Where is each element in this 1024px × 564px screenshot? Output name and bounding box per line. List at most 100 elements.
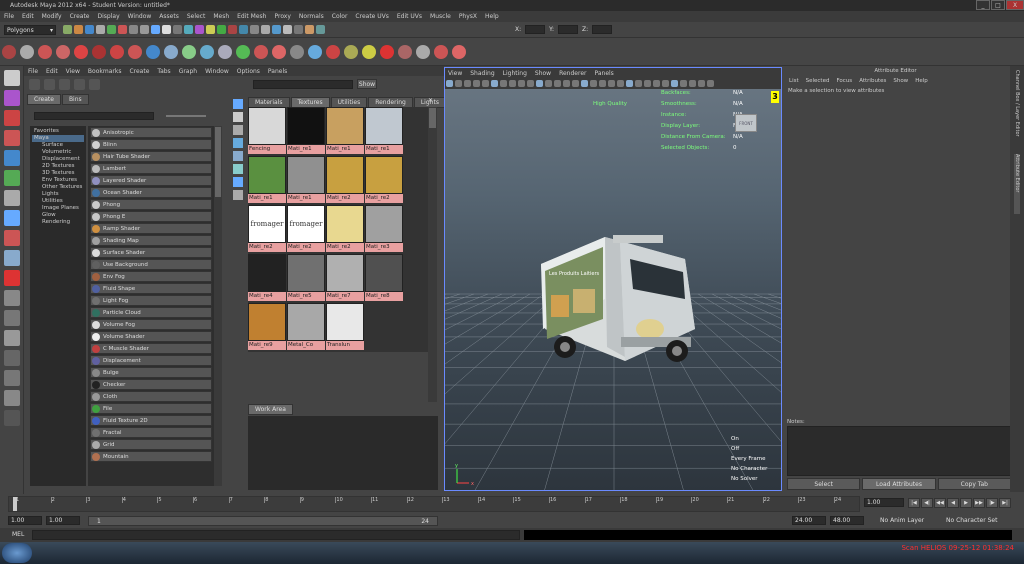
shelf-tool-icon[interactable] xyxy=(182,45,196,59)
viewport-tool-icon[interactable] xyxy=(518,80,525,87)
menu-create-uvs[interactable]: Create UVs xyxy=(355,13,388,20)
viewport-tool-icon[interactable] xyxy=(491,80,498,87)
swatch-tile[interactable]: Fencing xyxy=(248,107,286,155)
viewport-tool-icon[interactable] xyxy=(698,80,705,87)
shelf-tool-icon[interactable] xyxy=(20,45,34,59)
attribute-menu-focus[interactable]: Focus xyxy=(836,78,852,84)
viewport-tool-icon[interactable] xyxy=(545,80,552,87)
menu-physx[interactable]: PhysX xyxy=(459,13,477,20)
node-item[interactable]: C Muscle Shader xyxy=(90,343,212,354)
viewport-tool-icon[interactable] xyxy=(464,80,471,87)
shelf-tool-icon[interactable] xyxy=(236,45,250,59)
status-tool-icon[interactable] xyxy=(239,25,248,34)
shelf-tool-icon[interactable] xyxy=(434,45,448,59)
swatch-tile[interactable]: Mati_re7 xyxy=(326,254,364,302)
status-tool-icon[interactable] xyxy=(283,25,292,34)
menu-proxy[interactable]: Proxy xyxy=(274,13,290,20)
swatch-tile[interactable]: fromager Mati_re2 xyxy=(287,205,325,253)
hypershade-side-icon[interactable] xyxy=(233,125,243,135)
tool-icon[interactable] xyxy=(3,350,20,366)
hypershade-side-icon[interactable] xyxy=(233,99,243,109)
hypershade-search-input[interactable] xyxy=(253,79,353,89)
swatch-tile[interactable]: Translun xyxy=(326,303,364,351)
shelf-tool-icon[interactable] xyxy=(128,45,142,59)
hypershade-menu-tabs[interactable]: Tabs xyxy=(157,68,170,75)
playback-button[interactable]: ◀◀ xyxy=(934,498,946,508)
shelf-tool-icon[interactable] xyxy=(344,45,358,59)
viewport-menu-show[interactable]: Show xyxy=(535,70,551,77)
playback-button[interactable]: ◀| xyxy=(921,498,933,508)
playback-button[interactable]: |▶ xyxy=(986,498,998,508)
node-item[interactable]: Lambert xyxy=(90,163,212,174)
viewport-tool-icon[interactable] xyxy=(500,80,507,87)
hypershade-side-icon[interactable] xyxy=(233,190,243,200)
view-icon[interactable] xyxy=(89,78,100,90)
attribute-menu-help[interactable]: Help xyxy=(915,78,928,84)
hypershade-side-icon[interactable] xyxy=(233,177,243,187)
viewport-menu-shading[interactable]: Shading xyxy=(470,70,494,77)
playback-button[interactable]: ▶ xyxy=(960,498,972,508)
viewport-tool-icon[interactable] xyxy=(680,80,687,87)
status-tool-icon[interactable] xyxy=(173,25,182,34)
viewport-tool-icon[interactable] xyxy=(446,80,453,87)
shelf-tool-icon[interactable] xyxy=(326,45,340,59)
viewport-tool-icon[interactable] xyxy=(644,80,651,87)
start-time-field[interactable] xyxy=(8,516,42,525)
menu-edit-uvs[interactable]: Edit UVs xyxy=(397,13,422,20)
view-icon[interactable] xyxy=(44,78,55,90)
playback-button[interactable]: ◀ xyxy=(947,498,959,508)
status-tool-icon[interactable] xyxy=(250,25,259,34)
tool-icon[interactable] xyxy=(3,170,20,186)
hypershade-side-icon[interactable] xyxy=(233,164,243,174)
tool-icon[interactable] xyxy=(3,410,20,426)
tab-work-area[interactable]: Work Area xyxy=(248,404,293,415)
viewport-tool-icon[interactable] xyxy=(563,80,570,87)
menu-edit-mesh[interactable]: Edit Mesh xyxy=(237,13,266,20)
status-tool-icon[interactable] xyxy=(217,25,226,34)
node-item[interactable]: Use Background xyxy=(90,259,212,270)
viewport-tool-icon[interactable] xyxy=(707,80,714,87)
tree-item[interactable]: 2D Textures xyxy=(32,163,84,170)
node-item[interactable]: Blinn xyxy=(90,139,212,150)
menu-window[interactable]: Window xyxy=(128,13,152,20)
swatch-tile[interactable]: Mati_re3 xyxy=(365,205,403,253)
close-button[interactable]: X xyxy=(1006,0,1024,10)
playback-start-field[interactable] xyxy=(46,516,80,525)
shelf-tool-icon[interactable] xyxy=(398,45,412,59)
status-tool-icon[interactable] xyxy=(96,25,105,34)
tree-item[interactable]: Utilities xyxy=(32,198,84,205)
tool-icon[interactable] xyxy=(3,330,20,346)
swatch-tile[interactable]: Mati_re4 xyxy=(248,254,286,302)
y-field[interactable] xyxy=(558,25,579,34)
status-tool-icon[interactable] xyxy=(151,25,160,34)
status-tool-icon[interactable] xyxy=(195,25,204,34)
node-item[interactable]: Phong xyxy=(90,199,212,210)
tab-channel-box[interactable]: Channel Box / Layer Editor xyxy=(1014,70,1020,150)
swatch-tile[interactable]: fromager Mati_re2 xyxy=(248,205,286,253)
node-item[interactable]: Particle Cloud xyxy=(90,307,212,318)
status-tool-icon[interactable] xyxy=(85,25,94,34)
shelf-tool-icon[interactable] xyxy=(92,45,106,59)
menu-create[interactable]: Create xyxy=(70,13,90,20)
node-item[interactable]: Hair Tube Shader xyxy=(90,151,212,162)
tool-icon[interactable] xyxy=(3,210,20,226)
tree-item[interactable]: Volumetric xyxy=(32,149,84,156)
select-button[interactable]: Select xyxy=(787,478,861,490)
hypershade-menu-edit[interactable]: Edit xyxy=(46,68,58,75)
tree-item[interactable]: Glow xyxy=(32,212,84,219)
status-tool-icon[interactable] xyxy=(162,25,171,34)
hypershade-menu-panels[interactable]: Panels xyxy=(268,68,287,75)
tool-icon[interactable] xyxy=(3,130,20,146)
notes-field[interactable] xyxy=(787,426,1011,476)
node-item[interactable]: Grid xyxy=(90,439,212,450)
tree-item[interactable]: Maya xyxy=(32,135,84,142)
close-icon[interactable]: ✕ xyxy=(428,97,438,107)
viewport-tool-icon[interactable] xyxy=(509,80,516,87)
swatch-tile[interactable]: Mati_re1 xyxy=(365,107,403,155)
viewport-tool-icon[interactable] xyxy=(671,80,678,87)
hypershade-menu-window[interactable]: Window xyxy=(205,68,229,75)
end-time-field[interactable] xyxy=(830,516,864,525)
character-set-dropdown[interactable]: No Character Set xyxy=(946,517,997,524)
node-item[interactable]: Volume Fog xyxy=(90,319,212,330)
attribute-menu-attributes[interactable]: Attributes xyxy=(859,78,886,84)
